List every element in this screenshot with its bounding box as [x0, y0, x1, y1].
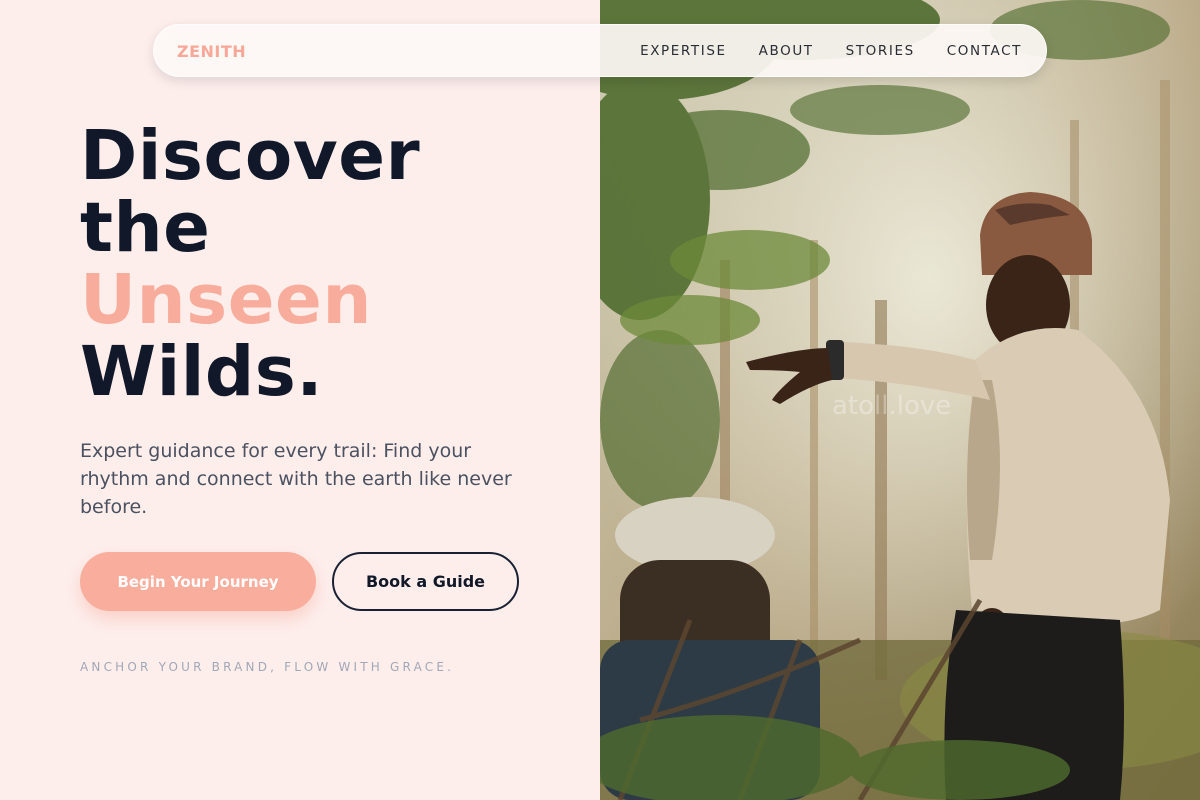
- book-guide-button[interactable]: Book a Guide: [332, 552, 519, 611]
- headline-line-accent: Unseen: [80, 260, 372, 340]
- hero-tagline: ANCHOR YOUR BRAND, FLOW WITH GRACE.: [80, 660, 455, 674]
- brand-logo[interactable]: ZENITH: [177, 42, 246, 61]
- hero-headline: Discover the Unseen Wilds.: [80, 120, 420, 408]
- nav-link-stories[interactable]: STORIES: [846, 43, 915, 59]
- nav-link-expertise[interactable]: EXPERTISE: [640, 43, 727, 59]
- headline-line-2: the: [80, 188, 211, 268]
- nav-link-contact[interactable]: CONTACT: [947, 43, 1022, 59]
- headline-line-1: Discover: [80, 116, 421, 196]
- photo-watermark: atoll.love: [832, 391, 952, 421]
- begin-journey-button[interactable]: Begin Your Journey: [80, 552, 316, 611]
- top-navbar: ZENITH EXPERTISE ABOUT STORIES CONTACT: [153, 24, 1047, 77]
- headline-line-4: Wilds.: [80, 332, 324, 412]
- nav-links: EXPERTISE ABOUT STORIES CONTACT: [640, 43, 1022, 59]
- nav-link-about[interactable]: ABOUT: [759, 43, 814, 59]
- hero-subtitle: Expert guidance for every trail: Find yo…: [80, 440, 512, 518]
